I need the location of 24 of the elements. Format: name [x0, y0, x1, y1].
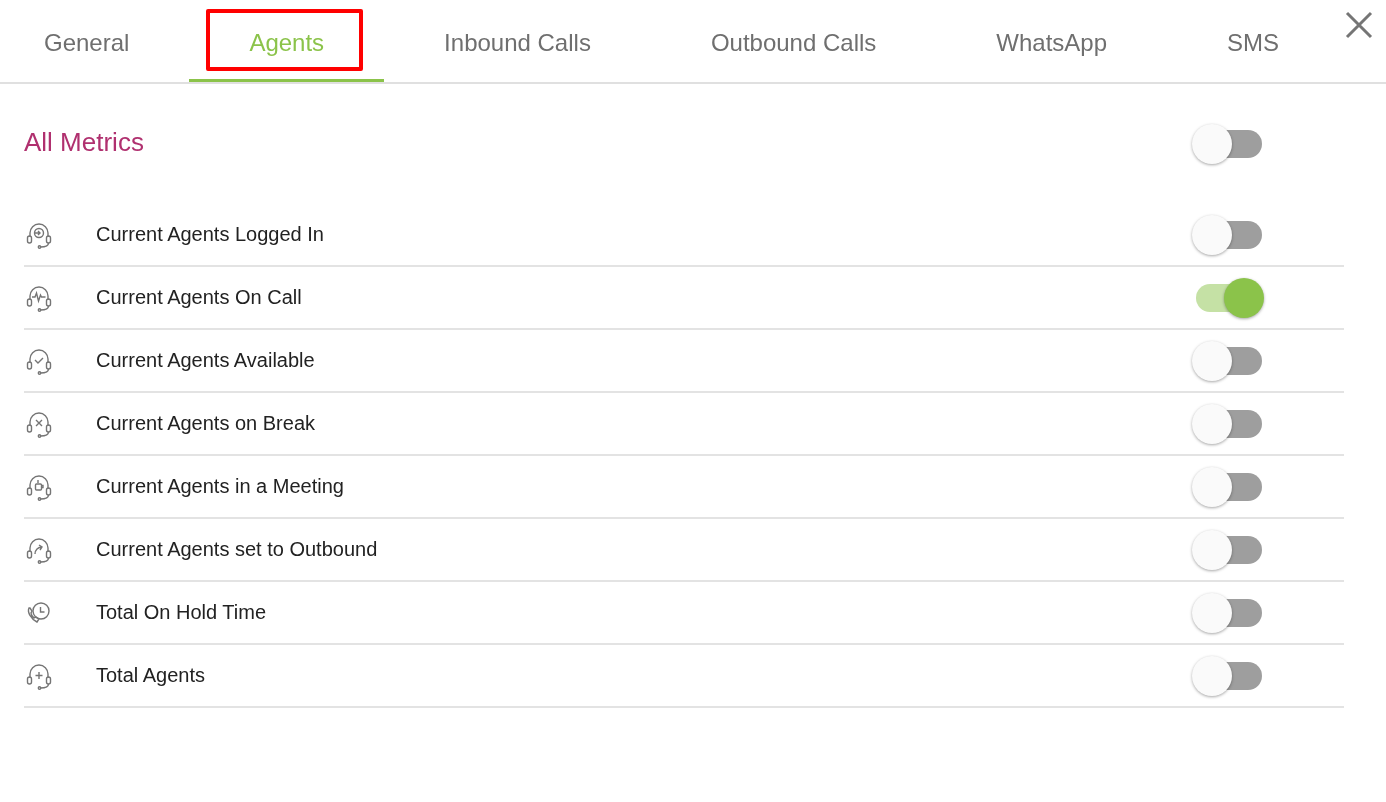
metric-label: Current Agents in a Meeting: [96, 475, 345, 498]
tab[interactable]: Outbound Calls: [650, 0, 937, 82]
metric-label: Total Agents: [96, 664, 206, 687]
toggle-switch[interactable]: [1192, 528, 1264, 571]
tab[interactable]: WhatsApp: [936, 0, 1168, 82]
tab[interactable]: Inbound Calls: [384, 0, 651, 82]
toggle-switch[interactable]: [1192, 465, 1264, 508]
close-button[interactable]: [1344, 10, 1374, 40]
section-title: All Metrics: [24, 126, 144, 159]
metric-label: Total On Hold Time: [96, 601, 268, 624]
toggle-switch[interactable]: [1192, 654, 1264, 697]
toggle-switch[interactable]: [1192, 402, 1264, 445]
toggle-switch[interactable]: [1192, 123, 1264, 165]
metric-label: Current Agents Available: [96, 349, 316, 372]
toggle-switch[interactable]: [1192, 213, 1264, 256]
close-icon: [1344, 10, 1374, 40]
tab[interactable]: SMS: [1167, 0, 1340, 82]
toggle-switch[interactable]: [1192, 591, 1264, 634]
tab[interactable]: General: [0, 0, 190, 82]
metric-label: Current Agents Logged In: [96, 223, 325, 246]
toggle-switch[interactable]: [1192, 339, 1264, 382]
metric-label: Current Agents On Call: [96, 286, 303, 309]
metric-label: Current Agents set to Outbound: [96, 538, 379, 561]
metric-label: Current Agents on Break: [96, 412, 316, 435]
